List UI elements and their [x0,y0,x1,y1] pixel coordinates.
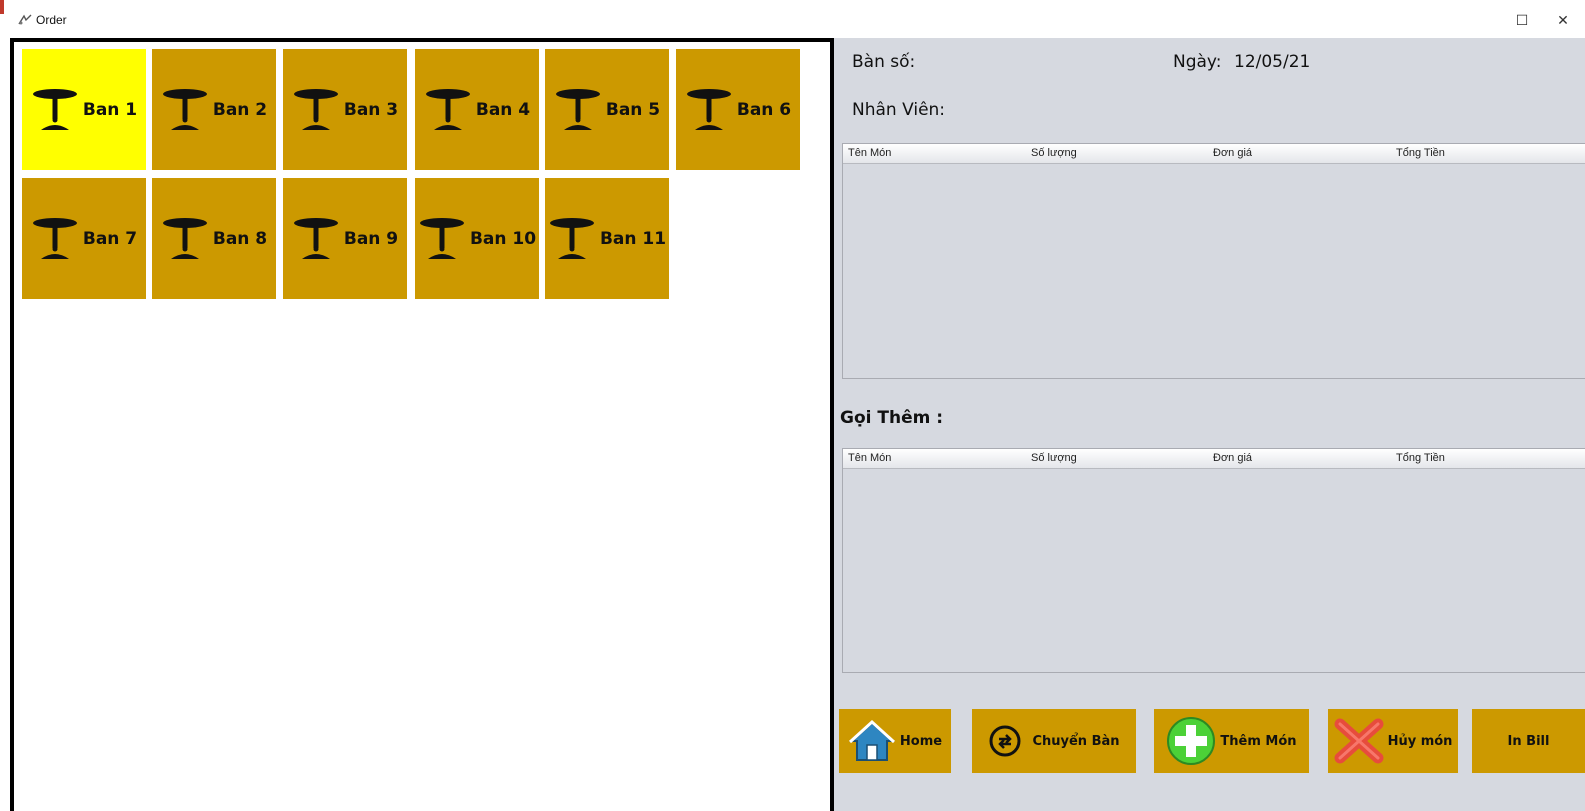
table-icon [162,217,207,259]
col-item-name[interactable]: Tên Món [848,452,891,464]
table-label: Ban 11 [599,228,667,249]
home-button[interactable]: Home [839,709,951,773]
table-button[interactable]: Ban 8 [152,178,276,299]
table-icon [419,217,464,259]
col-item-name[interactable]: Tên Món [848,147,891,159]
table-number-label: Bàn số: [852,52,916,72]
add-icon [1167,717,1216,765]
order-grid-header: Tên Món Số lượng Đơn giá Tổng Tiền [843,144,1585,164]
table-button[interactable]: Ban 10 [415,178,539,299]
table-icon [293,217,338,259]
extra-order-title: Gọi Thêm : [840,408,944,428]
table-button[interactable]: Ban 9 [283,178,407,299]
table-icon [32,217,77,259]
cancel-icon [1334,718,1384,764]
title-bar: Order ☐ ✕ [0,0,1585,38]
order-grid[interactable]: Tên Món Số lượng Đơn giá Tổng Tiền [842,143,1585,379]
table-button[interactable]: Ban 2 [152,49,276,170]
table-icon [555,88,600,130]
transfer-label: Chuyển Bàn [1032,733,1120,749]
table-icon [549,217,594,259]
table-label: Ban 10 [469,228,537,249]
table-button[interactable]: Ban 7 [22,178,146,299]
col-unit-price[interactable]: Đơn giá [1213,147,1252,159]
order-panel: Bàn số: Ngày: 12/05/21 Nhân Viên: Tên Mó… [834,38,1585,811]
table-label: Ban 3 [343,99,399,120]
col-quantity[interactable]: Số lượng [1031,147,1077,159]
add-item-button[interactable]: Thêm Món [1154,709,1309,773]
col-total[interactable]: Tổng Tiền [1396,452,1445,464]
cancel-item-label: Hủy món [1387,733,1453,749]
col-quantity[interactable]: Số lượng [1031,452,1077,464]
window-title: Order [36,13,67,27]
print-bill-label: In Bill [1507,733,1550,749]
maximize-button[interactable]: ☐ [1512,10,1532,30]
col-total[interactable]: Tổng Tiền [1396,147,1445,159]
table-label: Ban 6 [736,99,792,120]
transfer-icon [989,725,1021,757]
table-button[interactable]: Ban 4 [415,49,539,170]
table-label: Ban 8 [212,228,268,249]
table-icon [162,88,207,130]
date-label: Ngày: [1173,52,1222,72]
home-label: Home [899,733,943,749]
table-label: Ban 9 [343,228,399,249]
table-label: Ban 5 [605,99,661,120]
table-list-panel: Ban 1 Ban 2 Ban 3 Ban 4 Ban 5 Ban 6 Ban 7 Ban 8… [10,38,834,811]
transfer-table-button[interactable]: Chuyển Bàn [972,709,1136,773]
home-icon [848,719,895,761]
table-label: Ban 4 [475,99,531,120]
close-button[interactable]: ✕ [1553,10,1573,30]
print-bill-button[interactable]: In Bill [1472,709,1585,773]
table-label: Ban 7 [82,228,138,249]
table-label: Ban 1 [82,99,138,120]
table-icon [425,88,470,130]
extra-order-grid[interactable]: Tên Món Số lượng Đơn giá Tổng Tiền [842,448,1585,673]
app-icon [18,14,32,25]
table-icon [686,88,731,130]
col-unit-price[interactable]: Đơn giá [1213,452,1252,464]
window-edge [0,0,4,14]
extra-grid-header: Tên Món Số lượng Đơn giá Tổng Tiền [843,449,1585,469]
table-icon [293,88,338,130]
table-label: Ban 2 [212,99,268,120]
staff-label: Nhân Viên: [852,100,946,120]
table-button[interactable]: Ban 5 [545,49,669,170]
cancel-item-button[interactable]: Hủy món [1328,709,1458,773]
table-button[interactable]: Ban 1 [22,49,146,170]
add-item-label: Thêm Món [1220,733,1297,749]
table-button[interactable]: Ban 6 [676,49,800,170]
table-button[interactable]: Ban 11 [545,178,669,299]
table-button[interactable]: Ban 3 [283,49,407,170]
table-icon [32,88,77,130]
date-value: 12/05/21 [1234,52,1311,72]
